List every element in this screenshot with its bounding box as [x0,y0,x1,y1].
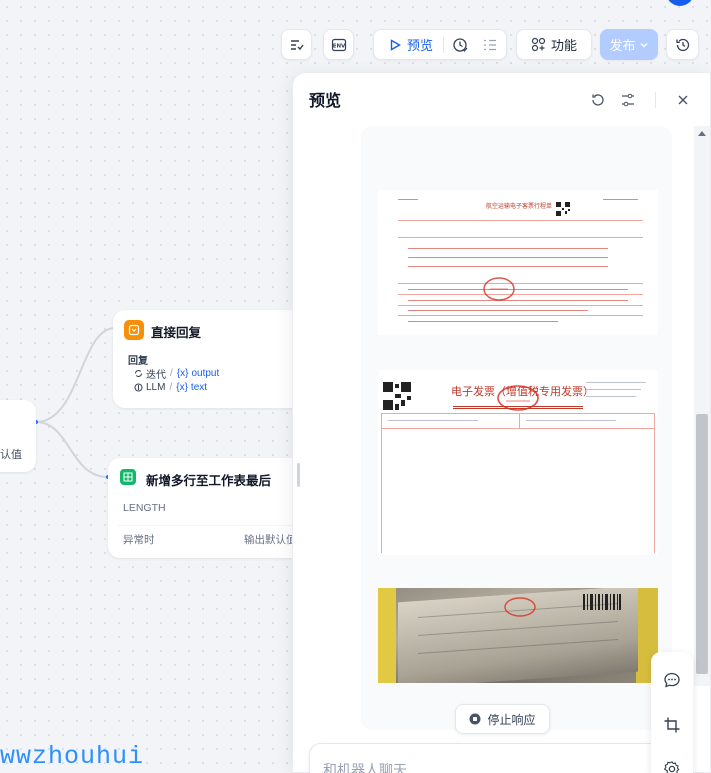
panel-resize-handle[interactable] [297,463,300,487]
divider [118,525,303,526]
watermark: wwzhouhui [0,742,145,771]
crop-button[interactable] [651,703,693,747]
node-direct-reply-title: 直接回复 [151,326,202,340]
node-previous-text: 认值 [0,449,22,461]
scroll-up-icon[interactable] [698,130,706,136]
publish-label: 发布 [609,38,636,53]
barcode-icon [583,594,621,610]
reply-line-1-source: 迭代 [146,370,166,381]
chat-button[interactable] [651,658,693,702]
chat-input[interactable]: 和机器人聊天 [309,743,664,773]
reply-line-1-var: output [191,368,220,379]
run-history-icon[interactable] [452,37,468,53]
preview-button[interactable]: 预览 [388,35,433,54]
stop-icon [469,713,481,725]
features-button[interactable]: 功能 [516,29,592,60]
gear-icon [663,760,681,773]
env-button[interactable]: ENV [323,29,354,60]
stamp-icon [482,276,516,302]
loop-icon [134,369,143,378]
invoice-image-vat[interactable]: 电子发票（增值税专用发票） [378,370,658,555]
node-add-rows-title: 新增多行至工作表最后 [146,474,272,488]
reply-section-label: 回复 [128,356,148,367]
reply-line-2-var: text [190,382,208,393]
stamp-icon [503,596,537,618]
node-add-rows[interactable]: 新增多行至工作表最后 LENGTH 异常时 输出默认值 [108,458,303,558]
invoice-flight-title: 航空运输电子客票行程单 [486,204,553,210]
divider [655,92,656,108]
chat-bubble-icon [663,671,681,689]
version-history-button[interactable] [666,29,699,60]
node-direct-reply[interactable]: 直接回复 回复 迭代 / {x} output LLM / {x} text [113,310,303,408]
restart-icon[interactable] [590,92,606,108]
separator: / [169,382,173,393]
variables-icon[interactable] [620,92,636,108]
qr-code-icon [556,202,570,216]
field-length: LENGTH [123,502,166,514]
separator: / [170,368,173,379]
publish-button[interactable]: 发布 [600,29,658,60]
scrollbar-thumb[interactable] [696,414,708,674]
preview-label: 预览 [407,38,434,53]
history-icon [675,37,691,53]
grid-icon [531,37,546,52]
avatar[interactable] [666,0,694,6]
reply-icon [124,320,144,340]
play-icon [388,38,402,52]
features-label: 功能 [550,38,577,53]
run-group: 预览 [373,29,507,60]
checklist-panel-icon[interactable] [482,37,498,53]
stop-response-label: 停止响应 [487,712,536,727]
divider [443,36,445,53]
exception-value: 输出默认值 [244,534,297,546]
reply-line-2: LLM / {x} text [134,382,207,393]
checklist-button[interactable] [281,29,312,60]
close-icon[interactable] [677,94,689,106]
scrollbar[interactable] [694,126,710,686]
checklist-icon [289,37,305,53]
env-icon: ENV [331,37,347,53]
chat-input-placeholder: 和机器人聊天 [323,762,407,773]
reply-line-2-source: LLM [146,382,166,393]
qr-code-icon [383,382,411,410]
invoice-image-photo[interactable] [378,588,658,683]
sheet-icon [120,469,136,485]
exception-label: 异常时 [123,534,155,546]
node-previous[interactable]: 认值 [0,400,36,472]
panel-title: 预览 [309,93,342,110]
variable-icon: {x} [176,382,188,393]
llm-icon [134,383,143,392]
crop-icon [663,716,681,734]
chevron-down-icon [639,40,649,50]
stop-response-button[interactable]: 停止响应 [455,704,550,734]
invoice-image-flight[interactable]: 航空运输电子客票行程单 [378,190,658,335]
reply-line-1: 迭代 / {x} output [134,366,219,381]
svg-text:ENV: ENV [332,43,345,49]
variable-icon: {x} [176,368,189,379]
settings-button[interactable] [651,747,693,773]
